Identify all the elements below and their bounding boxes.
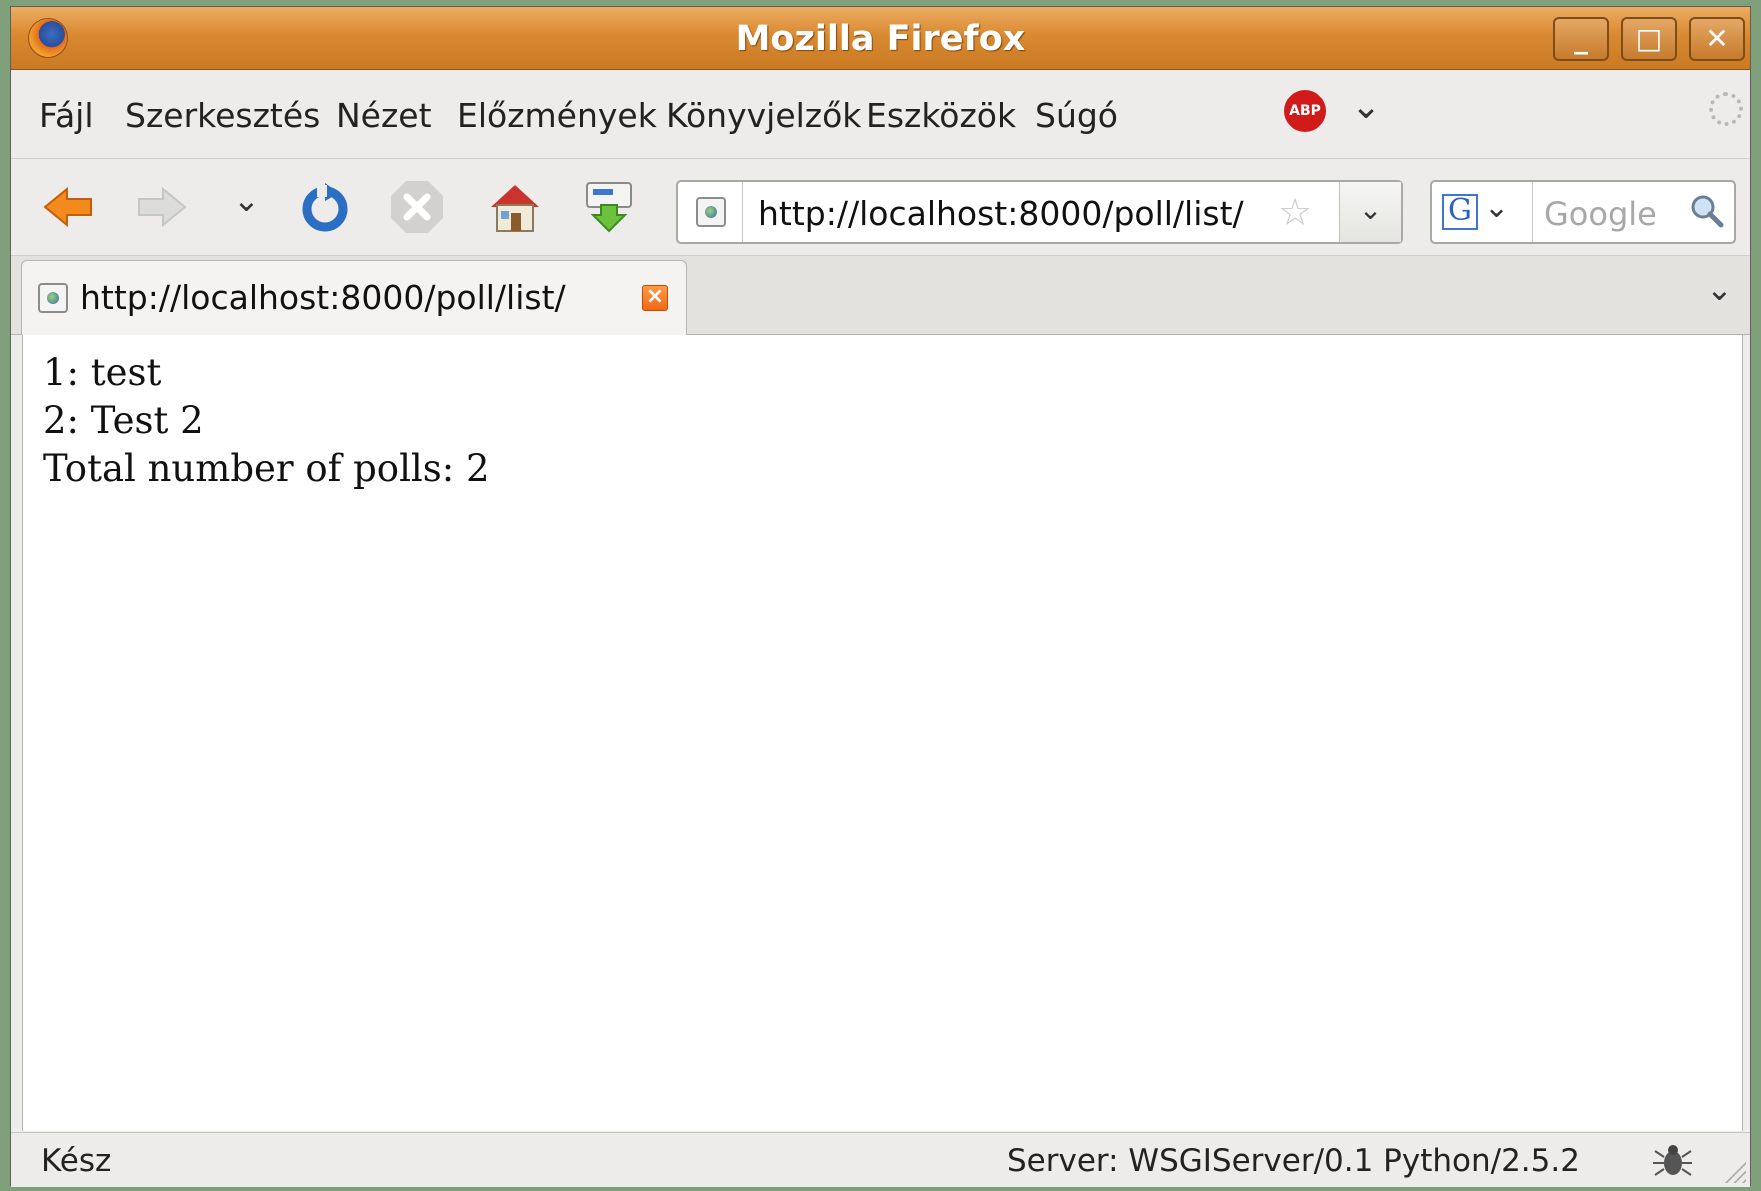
menu-history[interactable]: Előzmények [457, 96, 657, 135]
status-bar: Kész Server: WSGIServer/0.1 Python/2.5.2 [11, 1132, 1750, 1187]
google-engine-icon[interactable]: G [1442, 194, 1478, 230]
status-text: Kész [41, 1143, 112, 1179]
tab-strip: http://localhost:8000/poll/list/ × ⌄ [11, 256, 1750, 335]
back-icon[interactable] [41, 179, 97, 235]
browser-window: Mozilla Firefox _ □ ✕ Fájl Szerkesztés N… [10, 6, 1751, 1187]
url-history-dropdown-button[interactable]: ⌄ [1339, 182, 1401, 242]
title-bar[interactable]: Mozilla Firefox _ □ ✕ [11, 7, 1750, 70]
menu-file[interactable]: Fájl [39, 96, 94, 135]
tab-list-chevron-down-icon[interactable]: ⌄ [1706, 270, 1733, 308]
abp-icon[interactable]: ABP [1284, 90, 1326, 132]
poll-item: 1: test [43, 351, 162, 394]
search-input[interactable]: Google [1544, 195, 1657, 233]
search-icon[interactable] [1690, 194, 1724, 228]
window-title: Mozilla Firefox [735, 19, 1026, 59]
home-icon[interactable] [487, 179, 543, 235]
tab-active[interactable]: http://localhost:8000/poll/list/ × [21, 260, 687, 335]
menu-bookmarks[interactable]: Könyvjelzők [666, 96, 861, 135]
page-content: 1: test 2: Test 2 Total number of polls:… [22, 335, 1743, 1131]
poll-item: 2: Test 2 [43, 399, 204, 442]
resize-grip[interactable] [1724, 1161, 1746, 1183]
url-divider [742, 182, 743, 242]
maximize-button[interactable]: □ [1621, 17, 1677, 61]
reload-icon[interactable] [297, 179, 353, 235]
engine-chevron-down-icon[interactable]: ⌄ [1484, 190, 1509, 225]
bookmark-star-icon[interactable]: ☆ [1278, 190, 1312, 234]
search-divider [1532, 182, 1533, 242]
throbber-icon [1709, 92, 1743, 126]
menu-tools[interactable]: Eszközök [866, 96, 1016, 135]
url-bar[interactable]: http://localhost:8000/poll/list/ ☆ ⌄ [676, 180, 1403, 244]
tab-favicon-icon [38, 283, 68, 313]
minimize-button[interactable]: _ [1553, 17, 1609, 61]
tab-label: http://localhost:8000/poll/list/ [80, 278, 566, 317]
server-info: Server: WSGIServer/0.1 Python/2.5.2 [1007, 1143, 1580, 1179]
url-input[interactable]: http://localhost:8000/poll/list/ [758, 194, 1244, 233]
forward-icon[interactable] [133, 179, 189, 235]
poll-total: Total number of polls: 2 [43, 447, 490, 490]
bookmark-download-icon[interactable] [581, 179, 637, 235]
menu-view[interactable]: Nézet [336, 96, 432, 135]
menu-help[interactable]: Súgó [1035, 96, 1118, 135]
menu-bar: Fájl Szerkesztés Nézet Előzmények Könyvj… [11, 70, 1750, 159]
site-identity-icon[interactable] [696, 197, 726, 227]
navigation-toolbar: ⌄ http://localhost:8000/poll/list/ ☆ ⌄ G… [11, 159, 1750, 256]
stop-icon[interactable] [389, 179, 445, 235]
firebug-icon[interactable] [1651, 1141, 1693, 1181]
menu-edit[interactable]: Szerkesztés [125, 96, 320, 135]
chevron-down-icon[interactable]: ⌄ [1351, 86, 1381, 127]
history-chevron-down-icon[interactable]: ⌄ [233, 181, 260, 219]
close-window-button[interactable]: ✕ [1689, 17, 1745, 61]
search-bar[interactable]: G ⌄ Google [1430, 180, 1736, 244]
tab-close-icon[interactable]: × [642, 285, 668, 311]
